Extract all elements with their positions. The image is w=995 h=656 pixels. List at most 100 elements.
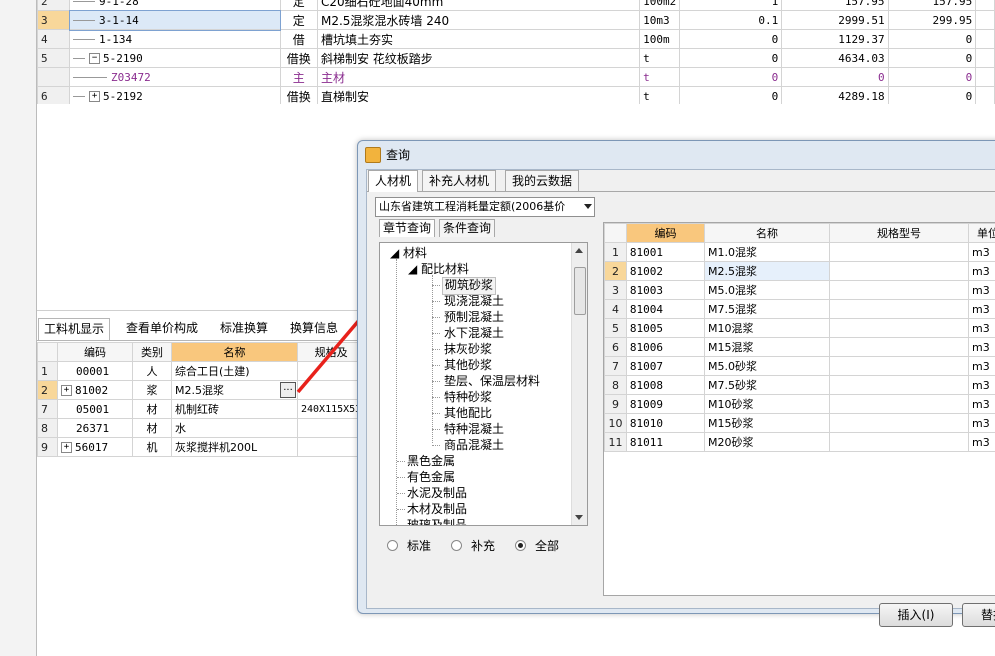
row-number[interactable]: 4 — [604, 299, 627, 319]
result-row[interactable]: 9 81009 M10砂浆 m3 — [604, 394, 995, 414]
result-spec[interactable] — [828, 413, 969, 433]
result-spec[interactable] — [828, 280, 969, 300]
result-name[interactable]: M10混浆 — [704, 318, 830, 338]
tree-node-mix-materials[interactable]: ◢ 配比材料 — [408, 261, 469, 277]
tree-leaf[interactable]: 其他配比 — [442, 405, 494, 421]
result-header-name[interactable]: 名称 — [704, 223, 830, 243]
tree-node-materials[interactable]: ◢ 材料 — [390, 245, 427, 261]
radio-standard[interactable] — [387, 540, 398, 551]
tree-node-category[interactable]: 水泥及制品 — [407, 485, 467, 501]
row-number[interactable]: 7 — [604, 356, 627, 376]
tree-leaf[interactable]: 其他砂浆 — [442, 357, 494, 373]
tree-leaf[interactable]: 抹灰砂浆 — [442, 341, 494, 357]
result-name[interactable]: M5.0混浆 — [704, 280, 830, 300]
scroll-down-icon[interactable] — [575, 515, 583, 520]
tab-cloud-data[interactable]: 我的云数据 — [505, 170, 580, 191]
result-unit[interactable]: m3 — [967, 261, 995, 281]
result-spec[interactable] — [828, 394, 969, 414]
result-unit[interactable]: m3 — [967, 375, 995, 395]
result-unit[interactable]: m3 — [967, 242, 995, 262]
tree-node-category[interactable]: 玻璃及制品 — [407, 517, 467, 525]
result-row[interactable]: 10 81010 M15砂浆 m3 — [604, 413, 995, 433]
row-number[interactable]: 8 — [604, 375, 627, 395]
tree-node-category[interactable]: 黑色金属 — [407, 453, 455, 469]
result-row[interactable]: 3 81003 M5.0混浆 m3 — [604, 280, 995, 300]
result-code[interactable]: 81005 — [625, 318, 706, 338]
result-spec[interactable] — [828, 375, 969, 395]
scroll-thumb[interactable] — [574, 267, 586, 315]
result-row[interactable]: 6 81006 M15混浆 m3 — [604, 337, 995, 357]
result-code[interactable]: 81011 — [625, 432, 706, 452]
result-name[interactable]: M2.5混浆 — [704, 261, 830, 281]
tree-leaf[interactable]: 预制混凝土 — [442, 309, 506, 325]
tree-node-category[interactable]: 有色金属 — [407, 469, 455, 485]
result-code[interactable]: 81010 — [625, 413, 706, 433]
dialog-titlebar[interactable]: 查询 — [358, 141, 995, 167]
row-number[interactable]: 6 — [604, 337, 627, 357]
row-number[interactable]: 11 — [604, 432, 627, 452]
result-name[interactable]: M7.5砂浆 — [704, 375, 830, 395]
result-name[interactable]: M1.0混浆 — [704, 242, 830, 262]
tab-chapter-query[interactable]: 章节查询 — [379, 219, 436, 237]
tree-scrollbar[interactable] — [571, 243, 587, 525]
result-unit[interactable]: m3 — [967, 356, 995, 376]
tree-leaf[interactable]: 垫层、保温层材料 — [442, 373, 542, 389]
result-header-spec[interactable]: 规格型号 — [828, 223, 969, 243]
tree-leaf[interactable]: 水下混凝土 — [442, 325, 506, 341]
result-unit[interactable]: m3 — [967, 337, 995, 357]
insert-button[interactable]: 插入(I) — [879, 603, 953, 627]
result-name[interactable]: M20砂浆 — [704, 432, 830, 452]
result-code[interactable]: 81003 — [625, 280, 706, 300]
result-code[interactable]: 81002 — [625, 261, 706, 281]
replace-button[interactable]: 替换 — [962, 603, 995, 627]
result-code[interactable]: 81001 — [625, 242, 706, 262]
result-header-code[interactable]: 编码 — [625, 223, 706, 243]
result-spec[interactable] — [828, 432, 969, 452]
result-unit[interactable]: m3 — [967, 413, 995, 433]
tree-leaf[interactable]: 特种混凝土 — [442, 421, 506, 437]
result-name[interactable]: M10砂浆 — [704, 394, 830, 414]
result-code[interactable]: 81007 — [625, 356, 706, 376]
result-unit[interactable]: m3 — [967, 318, 995, 338]
result-spec[interactable] — [828, 337, 969, 357]
radio-supplementary[interactable] — [451, 540, 462, 551]
result-code[interactable]: 81006 — [625, 337, 706, 357]
result-spec[interactable] — [828, 299, 969, 319]
result-code[interactable]: 81008 — [625, 375, 706, 395]
tree-leaf[interactable]: 商品混凝土 — [442, 437, 506, 453]
tree-node-category[interactable]: 木材及制品 — [407, 501, 467, 517]
tree-leaf[interactable]: 现浇混凝土 — [442, 293, 506, 309]
row-number[interactable]: 9 — [604, 394, 627, 414]
row-number[interactable]: 2 — [604, 261, 627, 281]
result-unit[interactable]: m3 — [967, 299, 995, 319]
row-number[interactable]: 1 — [604, 242, 627, 262]
tab-supplementary[interactable]: 补充人材机 — [422, 170, 497, 191]
result-row[interactable]: 7 81007 M5.0砂浆 m3 — [604, 356, 995, 376]
quota-library-select[interactable]: 山东省建筑工程消耗量定额(2006基价 — [375, 197, 595, 217]
result-row[interactable]: 4 81004 M7.5混浆 m3 — [604, 299, 995, 319]
result-row[interactable]: 5 81005 M10混浆 m3 — [604, 318, 995, 338]
result-unit[interactable]: m3 — [967, 280, 995, 300]
result-name[interactable]: M15砂浆 — [704, 413, 830, 433]
result-name[interactable]: M15混浆 — [704, 337, 830, 357]
result-row[interactable]: 1 81001 M1.0混浆 m3 — [604, 242, 995, 262]
result-row[interactable]: 2 81002 M2.5混浆 m3 — [604, 261, 995, 281]
tab-people-material-machine[interactable]: 人材机 — [368, 170, 419, 192]
row-number[interactable]: 10 — [604, 413, 627, 433]
result-spec[interactable] — [828, 318, 969, 338]
radio-all[interactable] — [515, 540, 526, 551]
result-unit[interactable]: m3 — [967, 432, 995, 452]
tree-leaf[interactable]: 特种砂浆 — [442, 389, 494, 405]
result-unit[interactable]: m3 — [967, 394, 995, 414]
result-spec[interactable] — [828, 261, 969, 281]
result-code[interactable]: 81009 — [625, 394, 706, 414]
result-name[interactable]: M7.5混浆 — [704, 299, 830, 319]
result-spec[interactable] — [828, 242, 969, 262]
result-header-unit[interactable]: 单位 — [967, 223, 995, 243]
result-row[interactable]: 8 81008 M7.5砂浆 m3 — [604, 375, 995, 395]
result-row[interactable]: 11 81011 M20砂浆 m3 — [604, 432, 995, 452]
result-spec[interactable] — [828, 356, 969, 376]
result-name[interactable]: M5.0砂浆 — [704, 356, 830, 376]
scroll-up-icon[interactable] — [575, 248, 583, 253]
result-code[interactable]: 81004 — [625, 299, 706, 319]
